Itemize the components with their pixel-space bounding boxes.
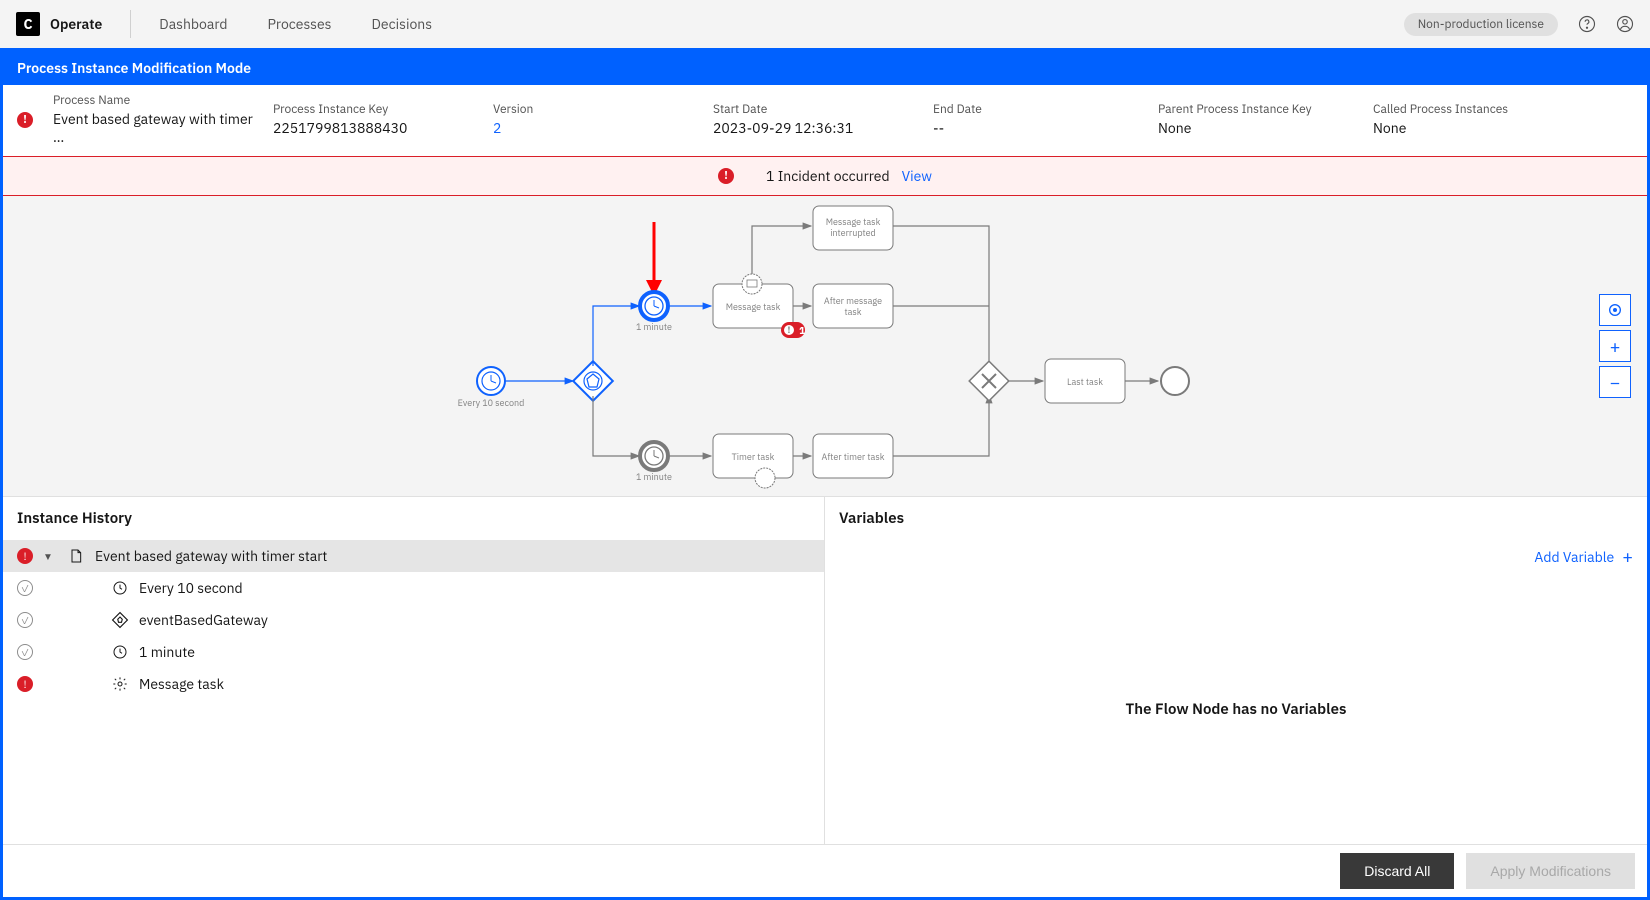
- main-nav: Dashboard Processes Decisions: [159, 15, 432, 33]
- diagram-zoom-out-button[interactable]: −: [1599, 366, 1631, 398]
- history-row[interactable]: ✓ Every 10 second: [3, 572, 824, 604]
- diagram-zoom-in-button[interactable]: +: [1599, 330, 1631, 362]
- gear-icon: [111, 675, 129, 693]
- incident-status-icon: !: [17, 112, 33, 128]
- detail-end-date-value: --: [933, 119, 1138, 137]
- pent-icon: [111, 611, 129, 629]
- doc-icon: [67, 547, 85, 565]
- variables-header: Variables: [825, 497, 1647, 540]
- discard-all-button[interactable]: Discard All: [1340, 853, 1454, 889]
- detail-called-value: None: [1373, 119, 1508, 137]
- success-status-icon: ✓: [17, 612, 33, 628]
- footer-actions: Discard All Apply Modifications: [3, 844, 1647, 897]
- detail-instance-key-value: 2251799813888430: [273, 119, 473, 137]
- diagram-start-label: Every 10 second: [458, 398, 525, 409]
- help-icon[interactable]: [1578, 15, 1596, 33]
- detail-end-date: End Date --: [933, 102, 1158, 137]
- history-list: ! ▼ Event based gateway with timer start ✓ E…: [3, 540, 824, 844]
- instance-details-row: ! Process Name Event based gateway with …: [3, 85, 1647, 156]
- chevron-down-icon[interactable]: ▼: [43, 550, 57, 563]
- diagram-zoom-controls: + −: [1599, 294, 1631, 398]
- instance-history-panel: Instance History ! ▼ Event based gateway w…: [3, 497, 825, 844]
- error-status-icon: !: [17, 548, 33, 564]
- detail-end-date-label: End Date: [933, 102, 1138, 117]
- nav-processes[interactable]: Processes: [268, 15, 332, 33]
- detail-version: Version 2: [493, 102, 713, 137]
- diagram-msg-int-label-1: Message task: [826, 217, 881, 228]
- diagram-reset-button[interactable]: [1599, 294, 1631, 326]
- detail-version-label: Version: [493, 102, 693, 117]
- instance-history-header: Instance History: [3, 497, 824, 540]
- error-status-icon: !: [17, 676, 33, 692]
- detail-process-name-label: Process Name: [53, 93, 253, 108]
- history-row-label: 1 minute: [139, 643, 195, 661]
- detail-instance-key-label: Process Instance Key: [273, 102, 473, 117]
- diagram-after-msg-1: After message: [824, 296, 882, 307]
- content-frame: Process Instance Modification Mode ! Pro…: [0, 48, 1650, 900]
- detail-version-value[interactable]: 2: [493, 119, 693, 137]
- diagram-timer1-label: 1 minute: [636, 322, 672, 333]
- diagram-incident-badge: 1: [799, 324, 805, 337]
- clock-icon: [111, 643, 129, 661]
- success-status-icon: ✓: [17, 580, 33, 596]
- detail-start-date-value: 2023-09-29 12:36:31: [713, 119, 913, 137]
- add-variable-plus-icon[interactable]: +: [1622, 548, 1633, 566]
- variables-panel: Variables Add Variable + The Flow Node h…: [825, 497, 1647, 844]
- diagram-msg-int-label-2: interrupted: [830, 228, 876, 239]
- app-name: Operate: [50, 15, 102, 33]
- history-row-label: Event based gateway with timer start: [95, 547, 327, 565]
- app-logo: C: [16, 12, 40, 36]
- success-status-icon: ✓: [17, 644, 33, 660]
- diagram-timer-task-label: Timer task: [732, 452, 775, 463]
- detail-process-name-value: Event based gateway with timer …: [53, 110, 253, 146]
- detail-parent-key: Parent Process Instance Key None: [1158, 102, 1373, 137]
- diagram-timer2-label: 1 minute: [636, 472, 672, 483]
- top-bar: C Operate Dashboard Processes Decisions …: [0, 0, 1650, 48]
- diagram-message-task-label: Message task: [726, 302, 781, 313]
- bottom-panels: Instance History ! ▼ Event based gateway w…: [3, 496, 1647, 844]
- history-row-label: Every 10 second: [139, 579, 243, 597]
- detail-parent-key-label: Parent Process Instance Key: [1158, 102, 1353, 117]
- detail-called-label: Called Process Instances: [1373, 102, 1508, 117]
- diagram-after-timer-label: After timer task: [822, 452, 885, 463]
- topbar-divider: [130, 10, 131, 38]
- svg-text:!: !: [788, 325, 791, 336]
- history-row[interactable]: ! ▼ Event based gateway with timer start: [3, 540, 824, 572]
- history-row[interactable]: ✓ 1 minute: [3, 636, 824, 668]
- history-row[interactable]: ✓ eventBasedGateway: [3, 604, 824, 636]
- detail-instance-key: Process Instance Key 2251799813888430: [273, 102, 493, 137]
- detail-start-date-label: Start Date: [713, 102, 913, 117]
- diagram-last-task-label: Last task: [1067, 377, 1103, 388]
- detail-parent-key-value: None: [1158, 119, 1353, 137]
- detail-process-name: Process Name Event based gateway with ti…: [53, 93, 273, 146]
- apply-modifications-button: Apply Modifications: [1466, 853, 1635, 889]
- nav-dashboard[interactable]: Dashboard: [159, 15, 227, 33]
- detail-start-date: Start Date 2023-09-29 12:36:31: [713, 102, 933, 137]
- variables-empty-message: The Flow Node has no Variables: [825, 574, 1647, 844]
- history-row[interactable]: ! Message task: [3, 668, 824, 700]
- diagram-after-msg-2: task: [844, 307, 861, 318]
- clock-icon: [111, 579, 129, 597]
- modification-mode-banner: Process Instance Modification Mode: [3, 51, 1647, 85]
- incident-banner: ! 1 Incident occurred View: [3, 156, 1647, 196]
- license-badge: Non-production license: [1404, 13, 1558, 36]
- history-row-label: eventBasedGateway: [139, 611, 268, 629]
- history-row-label: Message task: [139, 675, 224, 693]
- incident-banner-icon: !: [718, 168, 734, 184]
- add-variable-row: Add Variable +: [825, 540, 1647, 574]
- detail-called-instances: Called Process Instances None: [1373, 102, 1528, 137]
- bpmn-diagram[interactable]: Every 10 second 1 minute Message task: [3, 196, 1647, 496]
- incident-view-link[interactable]: View: [902, 167, 932, 185]
- bpmn-diagram-svg: Every 10 second 1 minute Message task: [3, 196, 1643, 496]
- incident-banner-text: 1 Incident occurred: [766, 167, 890, 185]
- user-icon[interactable]: [1616, 15, 1634, 33]
- add-variable-link[interactable]: Add Variable: [1534, 548, 1614, 566]
- nav-decisions[interactable]: Decisions: [372, 15, 433, 33]
